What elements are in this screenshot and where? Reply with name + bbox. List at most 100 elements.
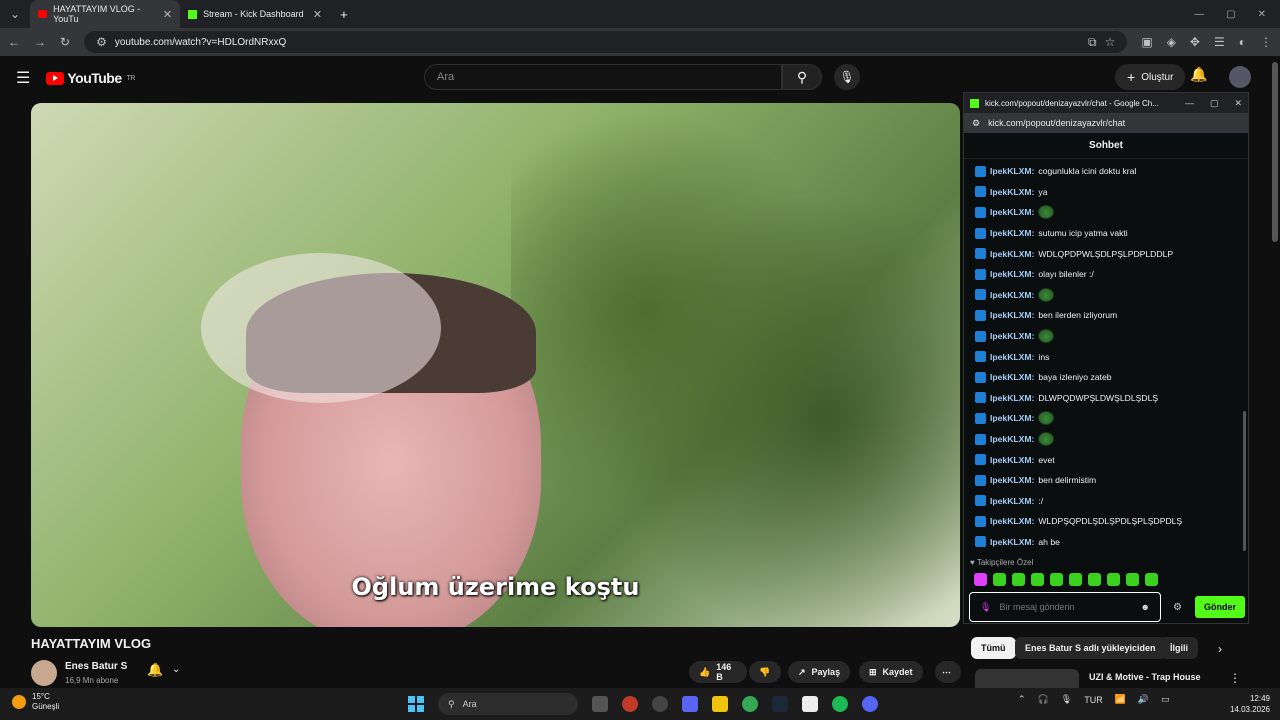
chat-username[interactable]: IpekKLXM: bbox=[990, 352, 1034, 362]
chat-username[interactable]: IpekKLXM: bbox=[990, 228, 1034, 238]
subscription-bell-icon[interactable]: 🔔 bbox=[147, 662, 163, 678]
maximize-icon[interactable]: ▢ bbox=[1226, 9, 1235, 20]
microphone-icon[interactable]: 🎙 bbox=[980, 602, 991, 613]
dislike-button[interactable]: 👎 bbox=[749, 661, 781, 683]
weather-widget[interactable]: 15°C Güneşli bbox=[12, 692, 59, 712]
chat-username[interactable]: IpekKLXM: bbox=[990, 269, 1034, 279]
translate-icon[interactable]: ▣ bbox=[1141, 35, 1152, 49]
voice-search-button[interactable]: 🎙 bbox=[834, 64, 860, 90]
opera-icon[interactable] bbox=[622, 696, 638, 712]
app-icon[interactable] bbox=[652, 696, 668, 712]
puzzle-extensions-icon[interactable]: ✥ bbox=[1190, 35, 1200, 49]
emote-icon[interactable] bbox=[1126, 573, 1139, 586]
recommendation-thumbnail[interactable] bbox=[975, 669, 1079, 689]
send-button[interactable]: Gönder bbox=[1195, 596, 1245, 618]
chat-username[interactable]: IpekKLXM: bbox=[990, 455, 1034, 465]
chat-message-list[interactable]: IpekKLXM: cogunlukla icini doktu kral Ipek… bbox=[964, 161, 1244, 555]
chat-username[interactable]: IpekKLXM: bbox=[990, 413, 1034, 423]
close-window-icon[interactable]: ✕ bbox=[1258, 9, 1266, 20]
chat-username[interactable]: IpekKLXM: bbox=[990, 475, 1034, 485]
microphone-tray-icon[interactable]: 🎙 bbox=[1061, 694, 1072, 705]
search-input[interactable]: Ara bbox=[424, 64, 782, 90]
app-icon[interactable] bbox=[682, 696, 698, 712]
url-field[interactable]: ⚙ youtube.com/watch?v=HDLOrdNRxxQ ⧉ ☆ bbox=[84, 31, 1128, 53]
channel-name[interactable]: Enes Batur S bbox=[65, 661, 127, 672]
forward-icon[interactable]: → bbox=[34, 35, 46, 49]
emote-icon[interactable] bbox=[1145, 573, 1158, 586]
recommendation-more-icon[interactable]: ⋮ bbox=[1229, 671, 1241, 685]
search-button[interactable]: ⚲ bbox=[782, 64, 822, 90]
task-view-icon[interactable] bbox=[592, 696, 608, 712]
chevron-right-icon[interactable]: › bbox=[1218, 642, 1222, 656]
reload-icon[interactable]: ↻ bbox=[60, 35, 70, 49]
new-tab-icon[interactable]: + bbox=[330, 7, 358, 22]
chat-username[interactable]: IpekKLXM: bbox=[990, 496, 1034, 506]
chat-username[interactable]: IpekKLXM: bbox=[990, 537, 1034, 547]
steam-icon[interactable] bbox=[772, 696, 788, 712]
app-icon[interactable] bbox=[802, 696, 818, 712]
emote-icon[interactable] bbox=[1031, 573, 1044, 586]
create-button[interactable]: + Oluştur bbox=[1115, 64, 1186, 90]
like-button[interactable]: 👍 146 B bbox=[689, 661, 747, 683]
profile-icon[interactable]: ◐ bbox=[1239, 35, 1246, 49]
chat-username[interactable]: IpekKLXM: bbox=[990, 310, 1034, 320]
youtube-logo[interactable]: YouTube TR bbox=[46, 70, 136, 86]
tab-kick[interactable]: Stream - Kick Dashboard ✕ bbox=[180, 0, 330, 28]
taskbar-search[interactable]: ⚲ Ara bbox=[438, 693, 578, 715]
volume-icon[interactable]: 🔊 bbox=[1138, 694, 1149, 705]
chat-settings-gear-icon[interactable]: ⚙ bbox=[1173, 602, 1182, 613]
page-scrollbar[interactable] bbox=[1272, 62, 1278, 242]
windows-start-icon[interactable] bbox=[408, 696, 424, 712]
account-avatar[interactable] bbox=[1229, 66, 1251, 88]
bookmark-star-icon[interactable]: ☆ bbox=[1105, 35, 1116, 49]
chat-username[interactable]: IpekKLXM: bbox=[990, 187, 1034, 197]
emote-icon[interactable] bbox=[993, 573, 1006, 586]
chat-username[interactable]: IpekKLXM: bbox=[990, 434, 1034, 444]
recommendation-title[interactable]: UZI & Motive - Trap House bbox=[1089, 672, 1201, 682]
more-actions-button[interactable]: ⋯ bbox=[935, 661, 961, 683]
chat-username[interactable]: IpekKLXM: bbox=[990, 166, 1034, 176]
chat-username[interactable]: IpekKLXM: bbox=[990, 393, 1034, 403]
language-indicator[interactable]: TUR bbox=[1084, 695, 1103, 705]
emote-icon[interactable] bbox=[1069, 573, 1082, 586]
popout-close-icon[interactable]: ✕ bbox=[1234, 98, 1242, 109]
battery-icon[interactable]: ▭ bbox=[1161, 694, 1170, 705]
filter-all[interactable]: Tümü bbox=[971, 637, 1016, 659]
chrome-icon[interactable] bbox=[742, 696, 758, 712]
tab-close-icon[interactable]: ✕ bbox=[313, 8, 322, 21]
chat-username[interactable]: IpekKLXM: bbox=[990, 290, 1034, 300]
site-settings-icon[interactable]: ⚙ bbox=[972, 118, 980, 129]
tab-youtube[interactable]: HAYATTAYIM VLOG - YouTu ✕ bbox=[30, 0, 181, 28]
tray-overflow-icon[interactable]: ⌃ bbox=[1018, 694, 1026, 705]
chevron-down-icon[interactable]: ⌄ bbox=[172, 664, 180, 675]
system-clock[interactable]: 12:49 14.03.2026 bbox=[1226, 693, 1270, 715]
chat-username[interactable]: IpekKLXM: bbox=[990, 249, 1034, 259]
chat-username[interactable]: IpekKLXM: bbox=[990, 207, 1034, 217]
cast-icon[interactable]: ⧉ bbox=[1088, 35, 1097, 50]
tab-search-chevron-icon[interactable]: ⌄ bbox=[0, 7, 30, 21]
tab-close-icon[interactable]: ✕ bbox=[163, 8, 172, 21]
chat-username[interactable]: IpekKLXM: bbox=[990, 331, 1034, 341]
site-info-icon[interactable]: ⚙ bbox=[96, 35, 107, 49]
share-button[interactable]: ↗ Paylaş bbox=[788, 661, 851, 683]
chat-username[interactable]: IpekKLXM: bbox=[990, 516, 1034, 526]
emote-icon[interactable] bbox=[1012, 573, 1025, 586]
headset-icon[interactable]: 🎧 bbox=[1038, 694, 1049, 705]
extension-icon[interactable]: ◈ bbox=[1167, 35, 1176, 49]
emote-icon[interactable] bbox=[1107, 573, 1120, 586]
popout-minimize-icon[interactable]: — bbox=[1185, 98, 1194, 109]
save-button[interactable]: ⊞ Kaydet bbox=[859, 661, 923, 683]
channel-avatar[interactable] bbox=[31, 660, 57, 686]
emote-pink-icon[interactable] bbox=[974, 573, 987, 586]
emote-icon[interactable] bbox=[1050, 573, 1063, 586]
filter-related[interactable]: İlgili bbox=[1160, 637, 1198, 659]
chat-username[interactable]: IpekKLXM: bbox=[990, 372, 1034, 382]
reading-list-icon[interactable]: ☰ bbox=[1214, 35, 1225, 49]
file-explorer-icon[interactable] bbox=[712, 696, 728, 712]
notifications-bell-icon[interactable]: 🔔 bbox=[1190, 66, 1207, 83]
video-player[interactable]: Oğlum üzerime koştu bbox=[31, 103, 960, 627]
filter-uploader[interactable]: Enes Batur S adlı yükleyiciden bbox=[1015, 637, 1166, 659]
minimize-icon[interactable]: — bbox=[1194, 9, 1204, 20]
discord-icon[interactable] bbox=[862, 696, 878, 712]
popout-maximize-icon[interactable]: ▢ bbox=[1210, 98, 1219, 109]
